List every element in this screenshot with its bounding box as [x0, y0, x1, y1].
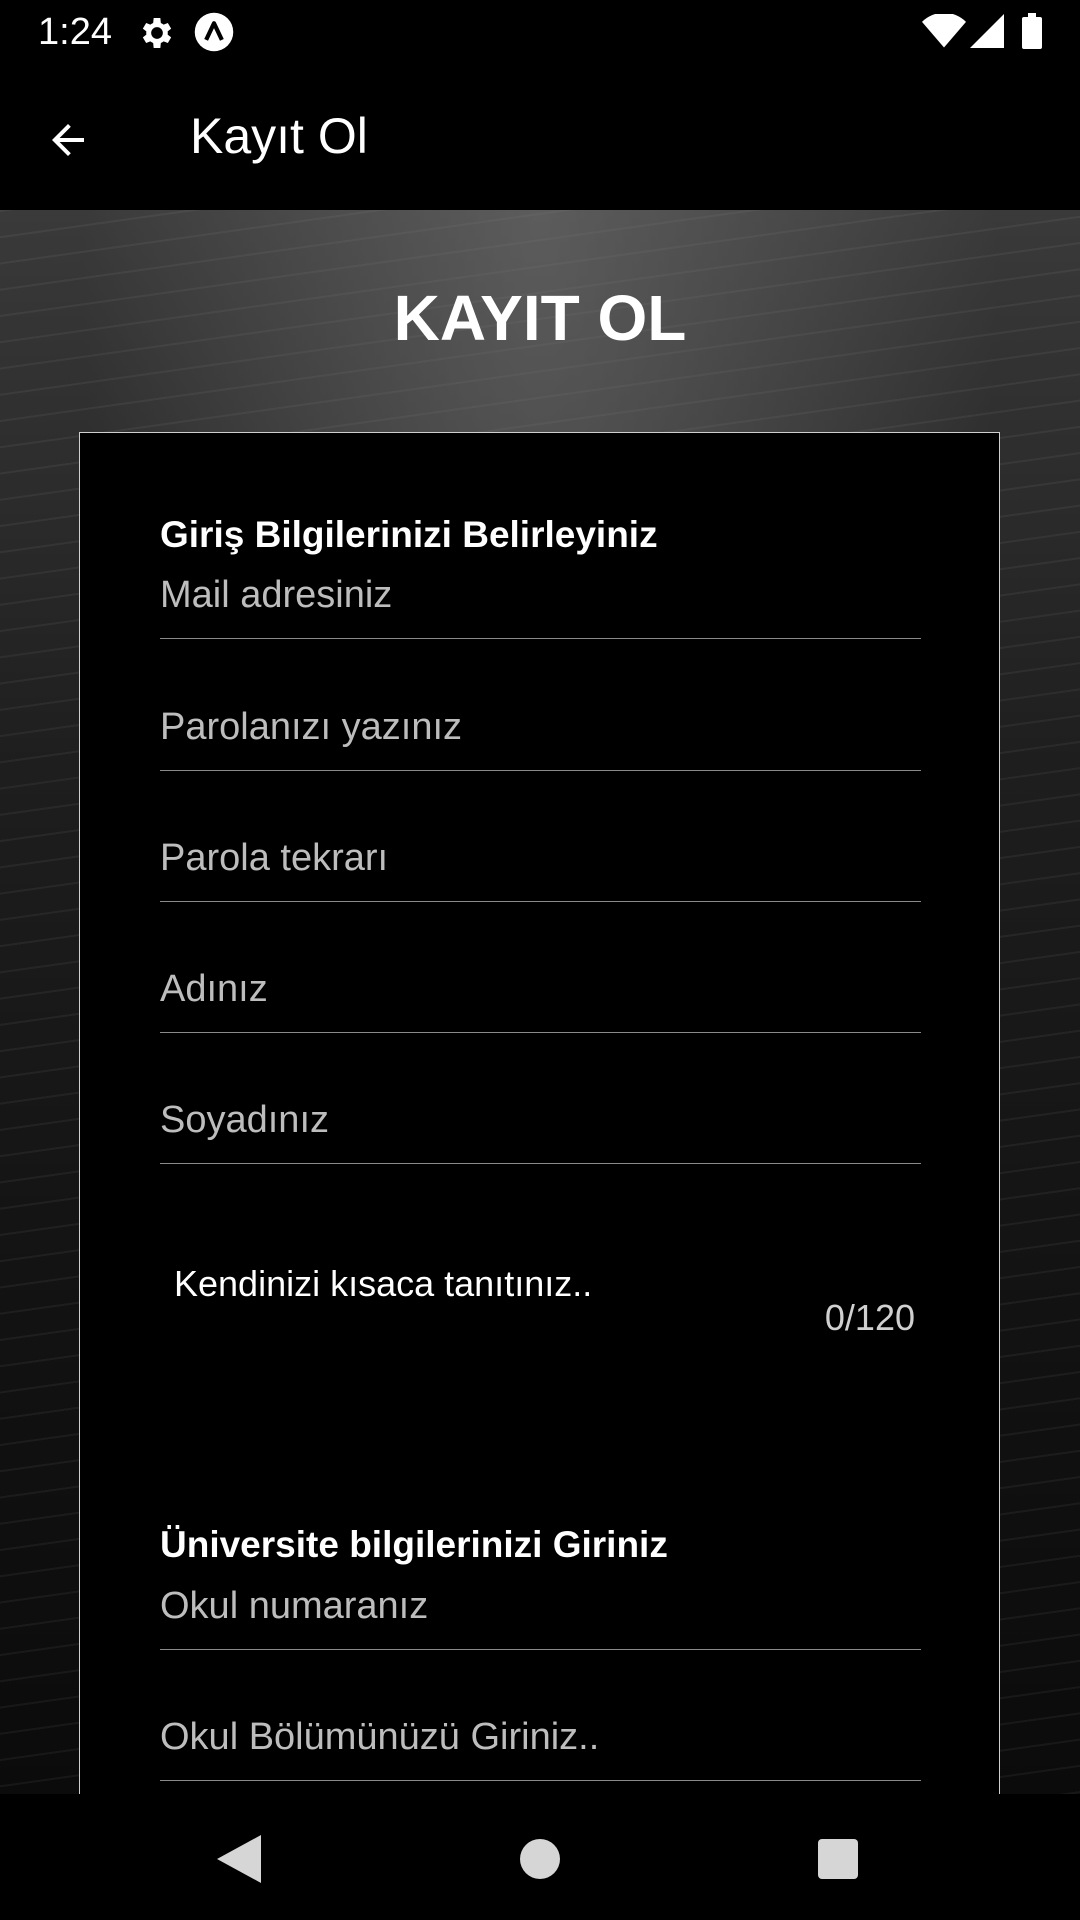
- home-circle-icon: [520, 1839, 560, 1879]
- recents-square-icon: [818, 1839, 858, 1879]
- registration-form-card: Giriş Bilgilerinizi Belirleyiniz 0/120 Ü…: [79, 432, 1000, 1794]
- gear-icon: [142, 18, 172, 48]
- back-button[interactable]: [28, 100, 108, 180]
- bio-character-counter: 0/120: [824, 1297, 915, 1338]
- signal-icon: [970, 14, 1004, 48]
- first-name-field[interactable]: [160, 947, 921, 1033]
- status-time: 1:24: [38, 11, 112, 53]
- app-bar: Kayıt Ol: [0, 64, 1080, 210]
- login-section-title: Giriş Bilgilerinizi Belirleyiniz: [160, 514, 658, 555]
- nav-home-button[interactable]: [505, 1824, 575, 1894]
- nav-back-button[interactable]: [204, 1824, 274, 1894]
- page-heading: KAYIT OL: [393, 282, 687, 354]
- system-nav-bar: [0, 1794, 1080, 1920]
- battery-icon: [1022, 13, 1042, 49]
- nav-recents-button[interactable]: [803, 1824, 873, 1894]
- email-field[interactable]: [160, 553, 921, 639]
- department-field[interactable]: [160, 1695, 921, 1781]
- wifi-icon: [922, 14, 966, 48]
- student-number-field[interactable]: [160, 1564, 921, 1650]
- university-section-title: Üniversite bilgilerinizi Giriniz: [160, 1524, 668, 1565]
- arrow-back-icon: [52, 124, 84, 156]
- last-name-field[interactable]: [160, 1078, 921, 1164]
- bio-textarea[interactable]: [160, 1253, 921, 1483]
- status-bar: 1:24: [0, 0, 1080, 64]
- app-bar-title: Kayıt Ol: [190, 108, 368, 164]
- password-field[interactable]: [160, 685, 921, 771]
- back-triangle-icon: [217, 1835, 261, 1883]
- app-icon: [194, 12, 234, 52]
- background-image: KAYIT OL Giriş Bilgilerinizi Belirleyini…: [0, 210, 1080, 1794]
- password-repeat-field[interactable]: [160, 816, 921, 902]
